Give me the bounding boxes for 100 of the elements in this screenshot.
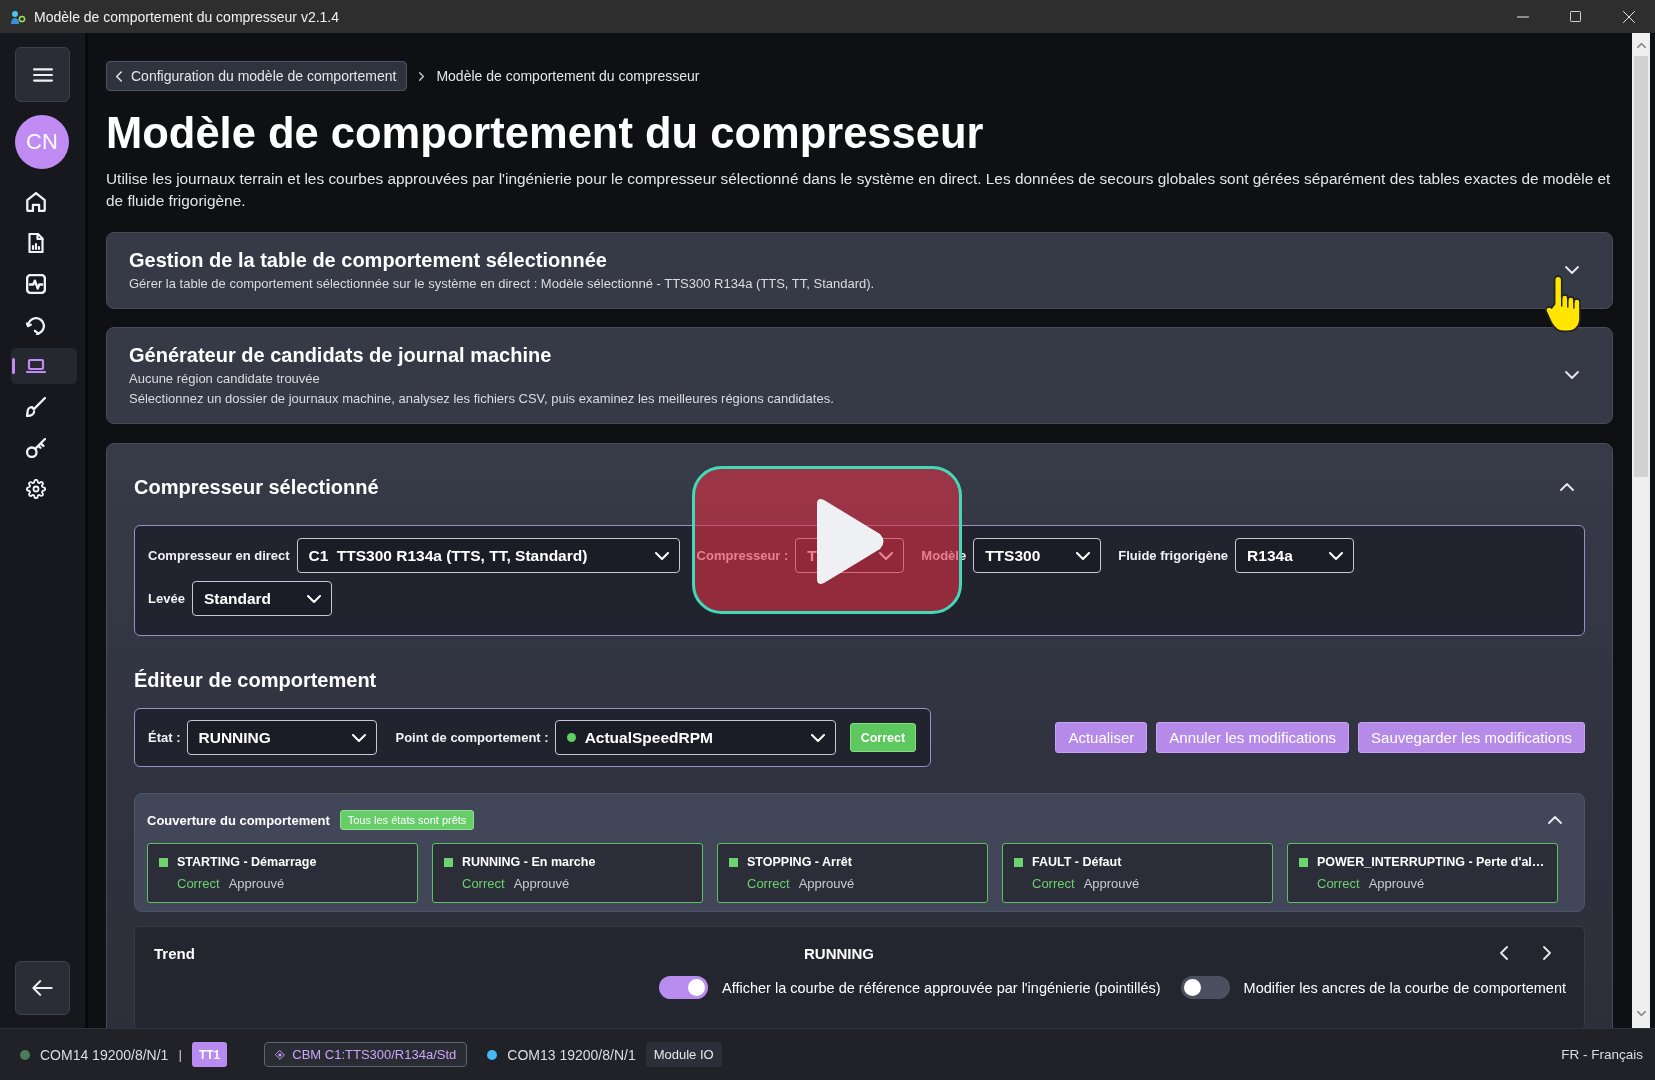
chevron-up-icon[interactable] <box>1560 483 1574 491</box>
field-label: Levée <box>148 591 185 606</box>
status-badge: Correct <box>849 723 917 752</box>
section-text: Aucune région candidate trouvée <box>129 370 321 388</box>
device-badge: TT1 <box>191 1042 228 1067</box>
settings-icon <box>26 479 46 499</box>
state-name: RUNNING - En marche <box>462 854 597 871</box>
maximize-icon[interactable] <box>1570 11 1581 22</box>
panel-title: Couverture du comportement <box>147 812 330 828</box>
back-button[interactable] <box>15 961 70 1015</box>
status-square-icon <box>1014 857 1023 867</box>
app-icon <box>10 8 26 25</box>
status-badge: Tous les états sont prêts <box>339 810 475 830</box>
status-square-icon <box>729 857 738 867</box>
module-tag: Module IO <box>645 1042 722 1067</box>
chevron-down-icon <box>879 551 894 560</box>
document-chart-icon <box>26 233 46 253</box>
section-title: Compresseur sélectionné <box>134 475 379 500</box>
menu-button[interactable] <box>15 47 70 102</box>
key-icon <box>26 438 46 458</box>
field-label: Point de comportement : <box>395 730 549 745</box>
menu-icon <box>32 67 53 82</box>
circular-arrow-icon <box>26 315 46 335</box>
chevron-right-icon <box>419 71 425 81</box>
dropdown[interactable]: Standard <box>191 581 333 616</box>
breadcrumb-link[interactable]: Configuration du modèle de comportement <box>106 61 408 91</box>
toggle-switch[interactable] <box>1180 976 1230 999</box>
state-name: STARTING - Démarrage <box>177 854 318 871</box>
approval-text: Approuvé <box>798 875 855 893</box>
approval-text: Approuvé <box>1083 875 1140 893</box>
state-name: FAULT - Défaut <box>1032 854 1123 871</box>
chevron-left-icon <box>116 70 122 82</box>
toggle-label: Modifier les ancres de la courbe de comportement <box>1243 979 1566 996</box>
field-label: Fluide frigorigène <box>1118 548 1229 563</box>
window-title: Modèle de comportement du compresseur v2.1.4 <box>34 8 341 25</box>
section-title: Gestion de la table de comportement sélectionnée <box>129 248 608 273</box>
pulse-icon <box>26 274 46 294</box>
status-square-icon <box>159 857 168 867</box>
home-icon <box>26 192 46 212</box>
section-title: Générateur de candidats de journal machine <box>129 343 553 368</box>
toggle-switch[interactable] <box>659 976 709 999</box>
chevron-down-icon[interactable] <box>1565 266 1579 274</box>
chevron-left-icon[interactable] <box>1500 946 1508 960</box>
dropdown[interactable]: R134a <box>1235 538 1354 573</box>
chevron-down-icon <box>654 551 669 560</box>
hand-cursor-icon <box>1545 274 1582 334</box>
minimize-icon[interactable] <box>1516 15 1529 18</box>
divider-text: | <box>178 1047 182 1062</box>
status-dot-icon <box>566 732 576 742</box>
sidebar-item[interactable] <box>11 348 77 384</box>
page-title: Modèle de comportement du compresseur <box>106 108 985 159</box>
dropdown[interactable]: C1 TTS300 R134a (TTS, TT, Standard) <box>296 538 680 573</box>
approval-text: Approuvé <box>513 875 570 893</box>
field-label: Compresseur en direct <box>148 548 290 563</box>
tag-label: CBM C1:TTS300/R134a/Std <box>292 1047 457 1062</box>
chevron-up-icon[interactable] <box>1548 816 1562 824</box>
approval-text: Approuvé <box>1368 875 1425 893</box>
chevron-down-icon <box>810 733 825 742</box>
chevron-down-icon <box>351 733 366 742</box>
brush-icon <box>26 397 46 417</box>
section-title: Éditeur de comportement <box>134 668 378 693</box>
status-square-icon <box>444 857 453 867</box>
scroll-up-icon[interactable] <box>1636 43 1646 48</box>
scroll-down-icon[interactable] <box>1636 1011 1646 1016</box>
diamond-icon <box>275 1049 286 1060</box>
state-name: STOPPING - Arrêt <box>747 854 853 871</box>
chevron-right-icon[interactable] <box>1543 946 1551 960</box>
chevron-down-icon[interactable] <box>1565 371 1579 379</box>
close-icon[interactable] <box>1622 10 1635 23</box>
avatar: CN <box>15 115 69 169</box>
page-description: Utilise les journaux terrain et les courbes approuvées par l'ingénierie pour le compresseur sélectionné dans le système en direct. Les données de secours globales sont gérées séparément des tables exactes de modèle et de fluide frigorigène. <box>106 169 1612 211</box>
scrollbar[interactable] <box>1632 33 1650 1028</box>
back-arrow-icon <box>32 980 53 996</box>
section-text: Gérer la table de comportement sélectionnée sur le système en direct : Modèle sélectionné - TTS300 R134a (TTS, TT, Standard). <box>129 275 875 293</box>
toggle-label: Afficher la courbe de référence approuvée par l'ingénierie (pointillés) <box>722 979 1161 996</box>
panel-title: Trend <box>154 944 196 962</box>
approval-text: Approuvé <box>228 875 285 893</box>
status-text: Correct <box>1317 875 1360 893</box>
chevron-down-icon <box>307 594 322 603</box>
port-label: COM13 19200/8/N/1 <box>507 1046 636 1063</box>
breadcrumb-current: Modèle de comportement du compresseur <box>436 68 700 84</box>
laptop-icon <box>26 356 46 376</box>
dropdown[interactable]: RUNNING <box>186 720 377 755</box>
status-text: Correct <box>1032 875 1075 893</box>
state-label: RUNNING <box>804 944 874 962</box>
field-label: Compresseur : <box>696 548 789 563</box>
dropdown[interactable]: ActualSpeedRPM <box>554 720 836 755</box>
status-text: Correct <box>177 875 220 893</box>
language-label: FR - Français <box>1561 1047 1643 1062</box>
chevron-down-icon <box>1076 551 1091 560</box>
section-text: Sélectionnez un dossier de journaux machine, analysez les fichiers CSV, puis examinez les meilleures régions candidates. <box>129 390 834 408</box>
status-text: Correct <box>747 875 790 893</box>
port-label: COM14 19200/8/N/1 <box>40 1046 169 1063</box>
state-name: POWER_INTERRUPTING - Perte d'al… <box>1317 854 1546 871</box>
field-label: État : <box>148 730 181 745</box>
dropdown[interactable]: TTS300 <box>973 538 1102 573</box>
scrollbar-thumb[interactable] <box>1634 56 1648 477</box>
status-square-icon <box>1299 857 1308 867</box>
chevron-down-icon <box>1328 551 1343 560</box>
status-text: Correct <box>462 875 505 893</box>
